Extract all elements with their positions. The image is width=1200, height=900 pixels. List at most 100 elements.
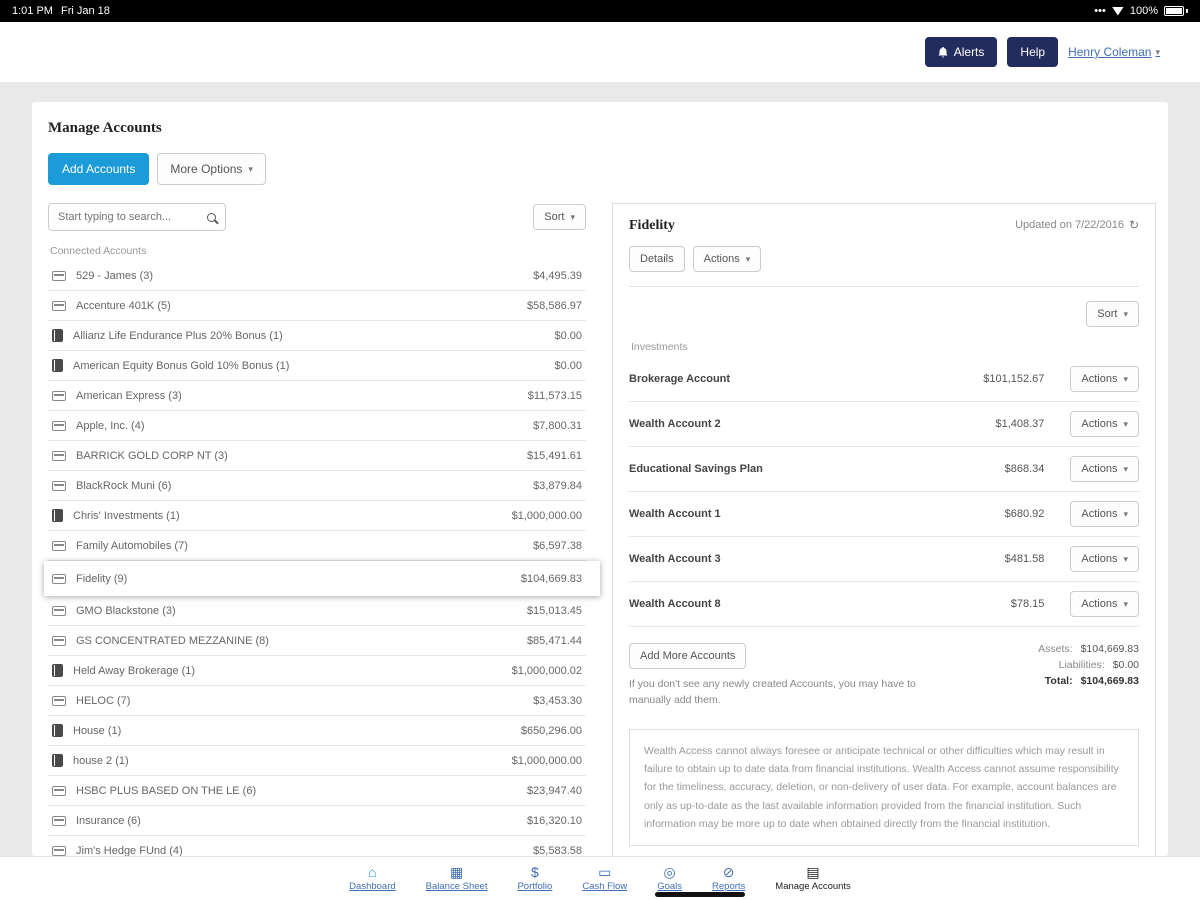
- account-name: Held Away Brokerage (1): [73, 665, 502, 677]
- holdings-sort-button[interactable]: Sort ▾: [1086, 301, 1139, 327]
- account-row[interactable]: Jim's Hedge FUnd (4) $5,583.58: [48, 836, 586, 856]
- search-icon: [207, 213, 216, 222]
- total-label: Total:: [1045, 675, 1073, 687]
- holding-actions-button[interactable]: Actions ▾: [1070, 411, 1139, 437]
- account-name: Insurance (6): [76, 815, 517, 827]
- account-row[interactable]: GS CONCENTRATED MEZZANINE (8) $85,471.44: [48, 626, 586, 656]
- account-name: Accenture 401K (5): [76, 300, 517, 312]
- accounts-sort-button[interactable]: Sort ▾: [533, 204, 586, 230]
- account-row[interactable]: GMO Blackstone (3) $15,013.45: [48, 596, 586, 626]
- holding-name: Brokerage Account: [629, 373, 934, 385]
- footer-nav-item[interactable]: ▦ Balance Sheet: [426, 865, 488, 892]
- more-options-button[interactable]: More Options ▾: [157, 153, 266, 185]
- account-row[interactable]: house 2 (1) $1,000,000.00: [48, 746, 586, 776]
- help-button[interactable]: Help: [1007, 37, 1058, 67]
- card-icon: [52, 271, 66, 281]
- account-row[interactable]: HELOC (7) $3,453.30: [48, 686, 586, 716]
- holding-actions-button[interactable]: Actions ▾: [1070, 366, 1139, 392]
- updated-status: Updated on 7/22/2016 ↻: [1015, 218, 1139, 232]
- caret-down-icon: ▾: [1123, 554, 1128, 565]
- account-row[interactable]: Held Away Brokerage (1) $1,000,000.02: [48, 656, 586, 686]
- account-row[interactable]: Allianz Life Endurance Plus 20% Bonus (1…: [48, 321, 586, 351]
- account-row[interactable]: American Express (3) $11,573.15: [48, 381, 586, 411]
- account-balance: $58,586.97: [527, 300, 582, 312]
- account-name: house 2 (1): [73, 755, 502, 767]
- assets-value: $104,669.83: [1081, 643, 1139, 655]
- footer-nav-item[interactable]: ⊘ Reports: [712, 865, 745, 892]
- liabilities-label: Liabilities:: [1059, 659, 1105, 671]
- account-name: GMO Blackstone (3): [76, 605, 517, 617]
- account-name: Jim's Hedge FUnd (4): [76, 845, 523, 857]
- refresh-icon[interactable]: ↻: [1129, 218, 1139, 232]
- account-row[interactable]: American Equity Bonus Gold 10% Bonus (1)…: [48, 351, 586, 381]
- account-balance: $85,471.44: [527, 635, 582, 647]
- account-balance: $6,597.38: [533, 540, 582, 552]
- caret-down-icon: ▾: [1123, 509, 1128, 520]
- card-icon: [52, 301, 66, 311]
- portfolio-icon: $: [531, 865, 539, 879]
- card-icon: [52, 696, 66, 706]
- caret-down-icon: ▾: [1123, 464, 1128, 475]
- footer-nav-label: Manage Accounts: [775, 881, 851, 892]
- account-balance: $3,879.84: [533, 480, 582, 492]
- card-icon: [52, 481, 66, 491]
- holding-value: $868.34: [934, 463, 1044, 475]
- account-detail-panel: Fidelity Updated on 7/22/2016 ↻ Details …: [612, 203, 1156, 856]
- signal-icon: •••: [1094, 5, 1106, 17]
- account-name: American Express (3): [76, 390, 518, 402]
- account-row[interactable]: Fidelity (9) $104,669.83: [44, 561, 600, 596]
- footer-nav-label: Dashboard: [349, 881, 395, 892]
- card-icon: [52, 636, 66, 646]
- account-balance: $0.00: [554, 330, 582, 342]
- footer-nav-item[interactable]: ▤ Manage Accounts: [775, 865, 851, 892]
- wifi-icon: [1112, 7, 1124, 16]
- search-input[interactable]: [58, 211, 201, 223]
- detail-title: Fidelity: [629, 218, 675, 234]
- holding-value: $1,408.37: [934, 418, 1044, 430]
- total-value: $104,669.83: [1081, 675, 1139, 687]
- holding-actions-button[interactable]: Actions ▾: [1070, 546, 1139, 572]
- book-icon: [52, 359, 63, 372]
- account-row[interactable]: Chris' Investments (1) $1,000,000.00: [48, 501, 586, 531]
- footer-nav-item[interactable]: $ Portfolio: [517, 865, 552, 892]
- account-name: GS CONCENTRATED MEZZANINE (8): [76, 635, 517, 647]
- account-balance: $3,453.30: [533, 695, 582, 707]
- account-name: HSBC PLUS BASED ON THE LE (6): [76, 785, 517, 797]
- assets-label: Assets:: [1038, 643, 1072, 655]
- account-row[interactable]: Family Automobiles (7) $6,597.38: [48, 531, 586, 561]
- detail-actions-button[interactable]: Actions ▾: [693, 246, 762, 272]
- footer-nav-item[interactable]: ◎ Goals: [657, 865, 682, 892]
- holding-row: Educational Savings Plan $868.34 Actions…: [629, 447, 1139, 492]
- alerts-button[interactable]: Alerts: [925, 37, 998, 67]
- account-row[interactable]: Accenture 401K (5) $58,586.97: [48, 291, 586, 321]
- holding-actions-button[interactable]: Actions ▾: [1070, 456, 1139, 482]
- account-balance: $15,013.45: [527, 605, 582, 617]
- account-row[interactable]: BlackRock Muni (6) $3,879.84: [48, 471, 586, 501]
- user-menu[interactable]: Henry Coleman ▾: [1068, 45, 1160, 59]
- caret-down-icon: ▾: [1155, 47, 1160, 58]
- disclaimer-text: Wealth Access cannot always foresee or a…: [629, 729, 1139, 847]
- accounts-panel: Sort ▾ Connected Accounts 529 - James (3…: [44, 203, 586, 856]
- details-button[interactable]: Details: [629, 246, 685, 272]
- holding-actions-button[interactable]: Actions ▾: [1070, 591, 1139, 617]
- add-more-accounts-button[interactable]: Add More Accounts: [629, 643, 746, 669]
- app-header: Alerts Help Henry Coleman ▾: [0, 22, 1200, 82]
- holding-actions-button[interactable]: Actions ▾: [1070, 501, 1139, 527]
- account-balance: $650,296.00: [521, 725, 582, 737]
- footer-nav-item[interactable]: ▭ Cash Flow: [582, 865, 627, 892]
- accounts-list: 529 - James (3) $4,495.39 Accenture 401K…: [48, 261, 586, 856]
- account-row[interactable]: House (1) $650,296.00: [48, 716, 586, 746]
- add-accounts-button[interactable]: Add Accounts: [48, 153, 149, 185]
- goals-icon: ◎: [663, 865, 675, 879]
- account-row[interactable]: Apple, Inc. (4) $7,800.31: [48, 411, 586, 441]
- account-row[interactable]: 529 - James (3) $4,495.39: [48, 261, 586, 291]
- book-icon: [52, 664, 63, 677]
- add-more-note: If you don't see any newly created Accou…: [629, 677, 929, 709]
- battery-percent: 100%: [1130, 5, 1158, 17]
- account-row[interactable]: Insurance (6) $16,320.10: [48, 806, 586, 836]
- account-row[interactable]: BARRICK GOLD CORP NT (3) $15,491.61: [48, 441, 586, 471]
- footer-nav-label: Cash Flow: [582, 881, 627, 892]
- footer-nav-item[interactable]: ⌂ Dashboard: [349, 865, 395, 892]
- account-row[interactable]: HSBC PLUS BASED ON THE LE (6) $23,947.40: [48, 776, 586, 806]
- liabilities-value: $0.00: [1113, 659, 1139, 671]
